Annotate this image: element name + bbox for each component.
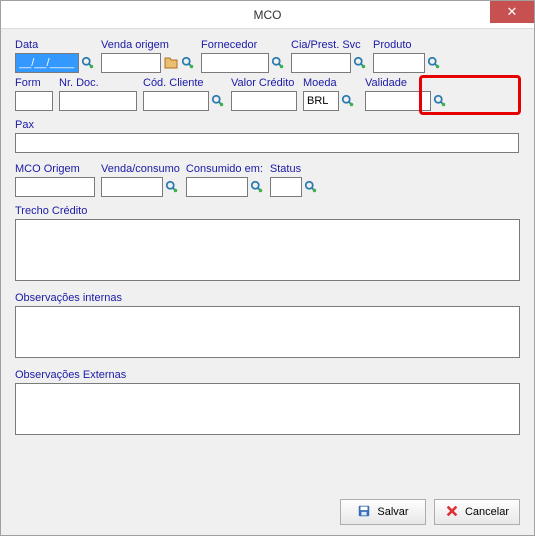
label-valor: Valor Crédito xyxy=(231,77,297,89)
input-mcoorigem[interactable] xyxy=(15,177,95,197)
field-valor: Valor Crédito xyxy=(231,77,297,111)
field-venda-origem: Venda origem xyxy=(101,39,195,73)
lookup-data-icon[interactable] xyxy=(81,56,95,70)
lookup-status-icon[interactable] xyxy=(304,180,318,194)
book-icon[interactable] xyxy=(163,55,179,71)
input-fornecedor[interactable] xyxy=(201,53,269,73)
save-button[interactable]: Salvar xyxy=(340,499,426,525)
label-pax: Pax xyxy=(15,119,520,131)
label-venda-origem: Venda origem xyxy=(101,39,195,51)
label-validade: Validade xyxy=(365,77,447,89)
label-consumido: Consumido em: xyxy=(186,163,264,175)
field-nrdoc: Nr. Doc. xyxy=(59,77,137,111)
input-status[interactable] xyxy=(270,177,302,197)
label-fornecedor: Fornecedor xyxy=(201,39,285,51)
label-status: Status xyxy=(270,163,318,175)
label-obsint: Observações internas xyxy=(15,292,520,304)
lookup-consumido-icon[interactable] xyxy=(250,180,264,194)
lookup-produto-icon[interactable] xyxy=(427,56,441,70)
textarea-obsext[interactable] xyxy=(15,383,520,435)
titlebar: MCO ✕ xyxy=(1,1,534,29)
field-fornecedor: Fornecedor xyxy=(201,39,285,73)
mco-window: MCO ✕ Data Venda origem xyxy=(0,0,535,536)
save-icon xyxy=(357,504,371,521)
row-1: Data Venda origem xyxy=(15,39,520,73)
footer: Salvar Cancelar xyxy=(340,499,520,525)
label-produto: Produto xyxy=(373,39,441,51)
row-2: Form Nr. Doc. Cód. Cliente Valor Crédito xyxy=(15,77,520,111)
close-button[interactable]: ✕ xyxy=(490,1,534,23)
field-consumido: Consumido em: xyxy=(186,163,264,197)
input-vendaconsumo[interactable] xyxy=(101,177,163,197)
input-venda-origem[interactable] xyxy=(101,53,161,73)
label-codcliente: Cód. Cliente xyxy=(143,77,225,89)
input-codcliente[interactable] xyxy=(143,91,209,111)
cancel-icon xyxy=(445,504,459,521)
label-mcoorigem: MCO Origem xyxy=(15,163,95,175)
input-nrdoc[interactable] xyxy=(59,91,137,111)
label-obsext: Observações Externas xyxy=(15,369,520,381)
label-form: Form xyxy=(15,77,53,89)
label-trecho: Trecho Crédito xyxy=(15,205,520,217)
textarea-obsint[interactable] xyxy=(15,306,520,358)
lookup-cia-icon[interactable] xyxy=(353,56,367,70)
field-produto: Produto xyxy=(373,39,441,73)
label-vendaconsumo: Venda/consumo xyxy=(101,163,180,175)
input-valor[interactable] xyxy=(231,91,297,111)
row-3: MCO Origem Venda/consumo Consumido em: xyxy=(15,163,520,197)
field-codcliente: Cód. Cliente xyxy=(143,77,225,111)
lookup-codcliente-icon[interactable] xyxy=(211,94,225,108)
field-vendaconsumo: Venda/consumo xyxy=(101,163,180,197)
window-title: MCO xyxy=(254,8,282,22)
input-cia[interactable] xyxy=(291,53,351,73)
cancel-label: Cancelar xyxy=(465,506,509,518)
input-produto[interactable] xyxy=(373,53,425,73)
lookup-validade-icon[interactable] xyxy=(433,94,447,108)
label-moeda: Moeda xyxy=(303,77,355,89)
field-form: Form xyxy=(15,77,53,111)
label-nrdoc: Nr. Doc. xyxy=(59,77,137,89)
input-form[interactable] xyxy=(15,91,53,111)
lookup-moeda-icon[interactable] xyxy=(341,94,355,108)
cancel-button[interactable]: Cancelar xyxy=(434,499,520,525)
lookup-venda-origem-icon[interactable] xyxy=(181,56,195,70)
input-moeda[interactable] xyxy=(303,91,339,111)
lookup-vendaconsumo-icon[interactable] xyxy=(165,180,179,194)
input-consumido[interactable] xyxy=(186,177,248,197)
input-pax[interactable] xyxy=(15,133,519,153)
lookup-fornecedor-icon[interactable] xyxy=(271,56,285,70)
label-data: Data xyxy=(15,39,95,51)
field-status: Status xyxy=(270,163,318,197)
content-area: Data Venda origem xyxy=(1,29,534,535)
save-label: Salvar xyxy=(377,506,408,518)
label-cia: Cia/Prest. Svc xyxy=(291,39,367,51)
field-mcoorigem: MCO Origem xyxy=(15,163,95,197)
textarea-trecho[interactable] xyxy=(15,219,520,281)
close-icon: ✕ xyxy=(507,4,518,20)
field-validade: Validade xyxy=(365,77,447,111)
field-moeda: Moeda xyxy=(303,77,355,111)
input-data[interactable] xyxy=(15,53,79,73)
field-cia: Cia/Prest. Svc xyxy=(291,39,367,73)
input-validade[interactable] xyxy=(365,91,431,111)
field-data: Data xyxy=(15,39,95,73)
